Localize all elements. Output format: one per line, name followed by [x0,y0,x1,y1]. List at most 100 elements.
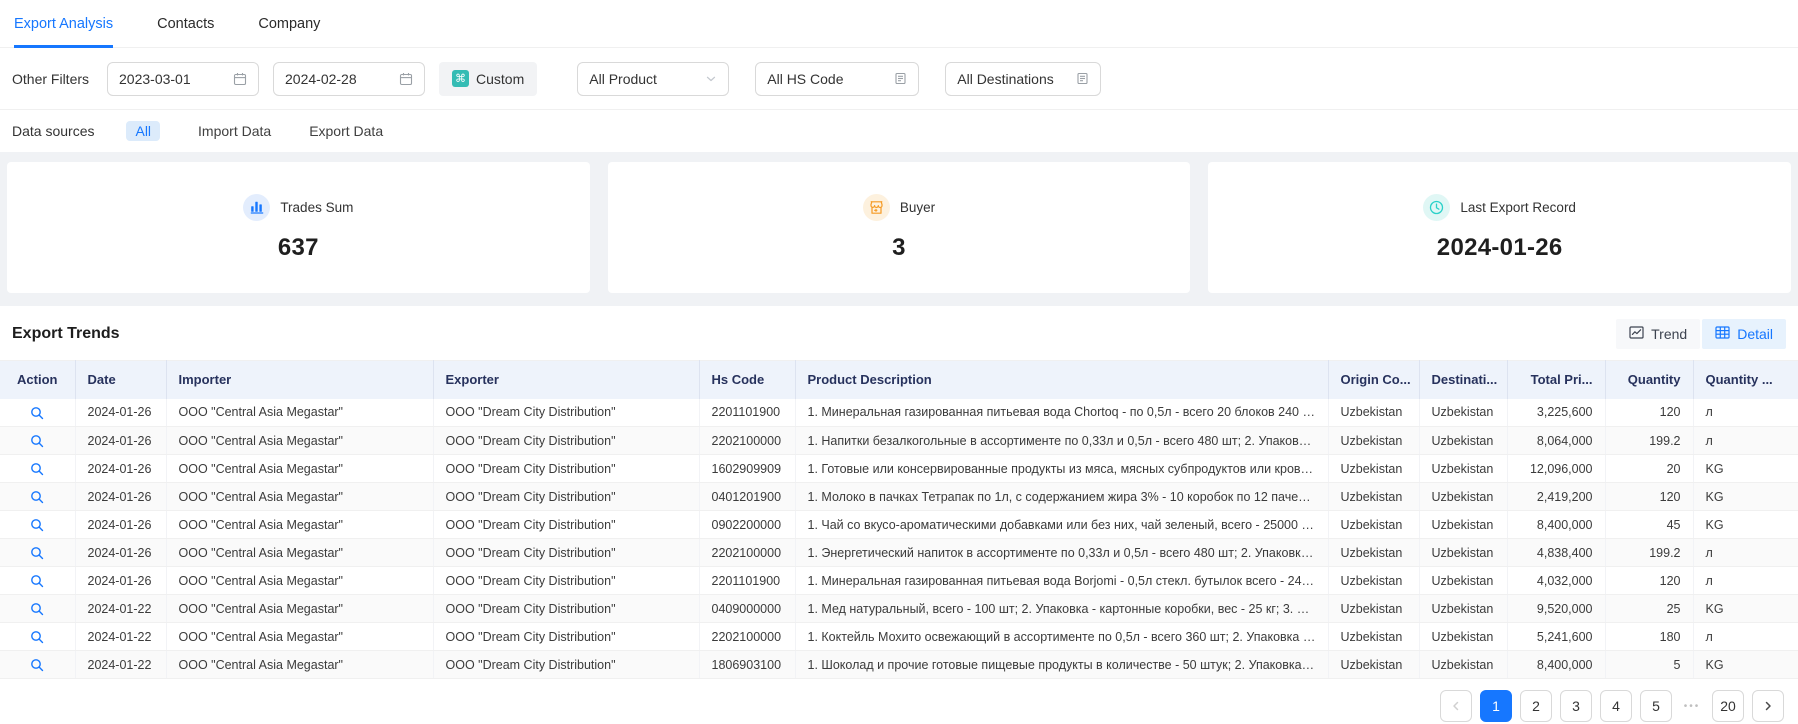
col-quantity: Quantity [1605,361,1693,399]
cell-product-description: 1. Коктейль Мохито освежающий в ассортим… [795,623,1328,651]
destinations-select[interactable]: All Destinations [945,62,1101,96]
cell-quantity-unit: KG [1693,651,1798,679]
cell-exporter: OOO "Dream City Distribution" [433,399,699,427]
product-select[interactable]: All Product [577,62,729,96]
clock-icon [1423,194,1450,221]
detail-view-label: Detail [1737,326,1773,342]
page-number-button[interactable]: 2 [1520,690,1552,722]
cell-origin-country: Uzbekistan [1328,483,1419,511]
cell-exporter: OOO "Dream City Distribution" [433,567,699,595]
data-source-all[interactable]: All [126,121,160,141]
search-icon[interactable] [30,602,44,616]
search-icon[interactable] [30,574,44,588]
cell-date: 2024-01-26 [75,511,166,539]
cell-importer: OOO "Central Asia Megastar" [166,539,433,567]
next-page-button[interactable] [1752,690,1784,722]
pagination: 12345 ••• 20 [0,679,1798,722]
cell-importer: OOO "Central Asia Megastar" [166,455,433,483]
date-from-field[interactable] [107,62,259,96]
other-filters-label: Other Filters [12,71,89,87]
date-to-input[interactable] [285,71,385,87]
cell-exporter: OOO "Dream City Distribution" [433,595,699,623]
data-source-export[interactable]: Export Data [309,123,383,139]
cell-total-price: 5,241,600 [1507,623,1605,651]
search-icon[interactable] [30,630,44,644]
export-trends-table: Action Date Importer Exporter Hs Code Pr… [0,360,1798,679]
page-number-button[interactable]: 4 [1600,690,1632,722]
document-icon [1076,72,1089,85]
cell-destination: Uzbekistan [1419,567,1507,595]
cell-exporter: OOO "Dream City Distribution" [433,455,699,483]
cell-origin-country: Uzbekistan [1328,455,1419,483]
cell-importer: OOO "Central Asia Megastar" [166,483,433,511]
prev-page-button[interactable] [1440,690,1472,722]
cell-hs-code: 0409000000 [699,595,795,623]
cell-total-price: 8,400,000 [1507,511,1605,539]
last-export-record-card: Last Export Record 2024-01-26 [1208,162,1791,293]
detail-view-button[interactable]: Detail [1702,319,1786,349]
trend-view-label: Trend [1651,326,1687,342]
last-export-record-value: 2024-01-26 [1437,234,1563,262]
trend-view-button[interactable]: Trend [1616,319,1700,349]
cell-origin-country: Uzbekistan [1328,595,1419,623]
document-icon [894,72,907,85]
page-number-button[interactable]: 3 [1560,690,1592,722]
cell-exporter: OOO "Dream City Distribution" [433,623,699,651]
cell-origin-country: Uzbekistan [1328,399,1419,427]
cell-quantity-unit: KG [1693,595,1798,623]
cell-origin-country: Uzbekistan [1328,539,1419,567]
table-row: 2024-01-26 OOO "Central Asia Megastar" O… [0,483,1798,511]
table-icon [1715,326,1730,342]
cell-quantity: 120 [1605,399,1693,427]
line-chart-icon [1629,326,1644,342]
search-icon[interactable] [30,462,44,476]
cell-date: 2024-01-26 [75,539,166,567]
table-row: 2024-01-26 OOO "Central Asia Megastar" O… [0,399,1798,427]
cell-quantity: 20 [1605,455,1693,483]
col-destination: Destinati... [1419,361,1507,399]
cell-destination: Uzbekistan [1419,455,1507,483]
date-from-input[interactable] [119,71,219,87]
cell-origin-country: Uzbekistan [1328,427,1419,455]
page-number-button[interactable]: 5 [1640,690,1672,722]
chevron-down-icon [705,73,717,85]
cell-quantity: 180 [1605,623,1693,651]
cell-quantity: 120 [1605,567,1693,595]
cell-quantity: 120 [1605,483,1693,511]
cell-hs-code: 0401201900 [699,483,795,511]
search-icon[interactable] [30,434,44,448]
hs-code-select[interactable]: All HS Code [755,62,919,96]
tab-export-analysis[interactable]: Export Analysis [14,0,113,48]
data-source-import[interactable]: Import Data [198,123,271,139]
cell-exporter: OOO "Dream City Distribution" [433,651,699,679]
cell-exporter: OOO "Dream City Distribution" [433,483,699,511]
tab-contacts[interactable]: Contacts [157,0,214,48]
cell-destination: Uzbekistan [1419,427,1507,455]
trades-sum-value: 637 [278,234,319,262]
cell-quantity-unit: KG [1693,511,1798,539]
cell-date: 2024-01-22 [75,623,166,651]
cell-destination: Uzbekistan [1419,483,1507,511]
page-number-button[interactable]: 1 [1480,690,1512,722]
buyer-label: Buyer [900,200,935,215]
cell-importer: OOO "Central Asia Megastar" [166,567,433,595]
custom-range-button[interactable]: ⌘ Custom [439,62,537,96]
cell-quantity-unit: KG [1693,455,1798,483]
search-icon[interactable] [30,546,44,560]
search-icon[interactable] [30,658,44,672]
date-to-field[interactable] [273,62,425,96]
search-icon[interactable] [30,490,44,504]
cell-origin-country: Uzbekistan [1328,567,1419,595]
search-icon[interactable] [30,406,44,420]
col-quantity-unit: Quantity ... [1693,361,1798,399]
table-header-row: Action Date Importer Exporter Hs Code Pr… [0,361,1798,399]
tab-company[interactable]: Company [258,0,320,48]
top-tabs: Export Analysis Contacts Company [0,0,1798,48]
trades-sum-card: Trades Sum 637 [7,162,590,293]
cell-total-price: 3,225,600 [1507,399,1605,427]
last-page-button[interactable]: 20 [1712,690,1744,722]
col-date: Date [75,361,166,399]
cell-total-price: 8,064,000 [1507,427,1605,455]
cell-hs-code: 2202100000 [699,623,795,651]
search-icon[interactable] [30,518,44,532]
